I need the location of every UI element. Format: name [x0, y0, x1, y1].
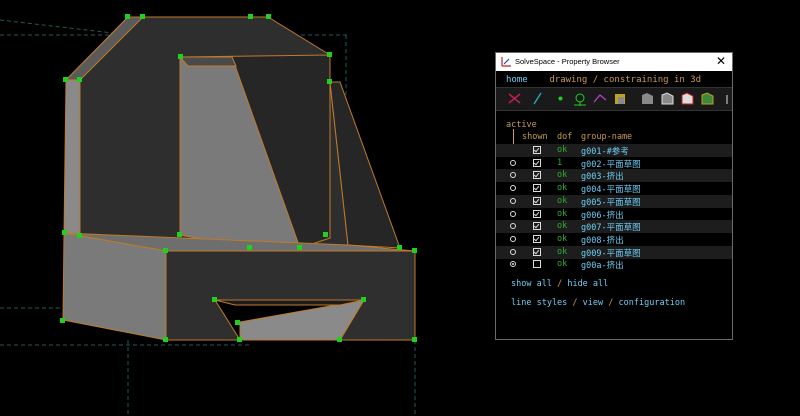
dof-status: 1	[557, 157, 563, 168]
shown-checkbox[interactable]	[533, 146, 541, 154]
group-name-link[interactable]: g002-平面草图	[581, 158, 641, 170]
group-name-link[interactable]: g005-平面草图	[581, 196, 641, 208]
table-row[interactable]: ok g004-平面草图	[496, 182, 732, 195]
dof-status: ok	[557, 233, 568, 244]
shown-checkbox[interactable]	[533, 234, 541, 243]
slot-top-face	[214, 299, 365, 306]
group-name-link[interactable]: g008-挤出	[581, 234, 624, 246]
shown-checkbox[interactable]	[533, 196, 541, 205]
window-top-face	[178, 56, 237, 67]
left-side-face	[63, 79, 81, 236]
settings-links: line styles / view / configuration	[511, 298, 686, 308]
active-radio[interactable]	[510, 235, 516, 242]
dimension-icon[interactable]	[592, 90, 609, 107]
shown-checkbox[interactable]	[533, 209, 541, 218]
group-name-link[interactable]: g00a-挤出	[581, 259, 624, 271]
active-radio[interactable]	[510, 197, 516, 204]
window-titlebar[interactable]: SolveSpace - Property Browser ✕	[496, 53, 732, 71]
window-title: SolveSpace - Property Browser	[515, 57, 620, 66]
group-name-link[interactable]: g009-平面草图	[581, 247, 641, 259]
dof-status: ok	[557, 208, 568, 219]
active-radio[interactable]	[510, 185, 516, 192]
group-name-link[interactable]: g006-挤出	[581, 209, 624, 221]
hide-all-link[interactable]: hide all	[567, 279, 608, 289]
hidden-lines-icon[interactable]	[659, 90, 676, 107]
dof-status: ok	[557, 246, 568, 257]
table-row[interactable]: ok g006-挤出	[496, 208, 732, 221]
solid-model[interactable]	[62, 16, 416, 341]
dof-status: ok	[557, 183, 568, 194]
dof-status: ok	[557, 145, 568, 155]
view-link[interactable]: view	[583, 298, 603, 308]
group-name-link[interactable]: g007-平面草图	[581, 221, 641, 233]
front-left-face	[62, 232, 167, 341]
group-name-link[interactable]: g004-平面草图	[581, 183, 641, 195]
table-row[interactable]: ok g001-#参考	[496, 144, 732, 157]
show-all-link[interactable]: show all	[511, 279, 552, 289]
active-radio[interactable]	[510, 210, 516, 217]
group-name-link[interactable]: g001-#参考	[581, 145, 629, 157]
header-group-name: group-name	[581, 132, 633, 142]
active-column-label: active	[506, 120, 537, 130]
active-radio[interactable]	[510, 261, 516, 268]
shown-checkbox[interactable]	[533, 222, 541, 231]
property-browser-window[interactable]: SolveSpace - Property Browser ✕ home dra…	[495, 52, 733, 340]
line-style-icon[interactable]	[506, 90, 523, 107]
configuration-link[interactable]: configuration	[619, 298, 686, 308]
close-icon[interactable]: ✕	[716, 54, 726, 68]
dof-status: ok	[557, 195, 568, 206]
toolbar	[496, 87, 732, 111]
header-dof: dof	[557, 132, 573, 142]
dof-status: ok	[557, 221, 568, 232]
active-radio[interactable]	[510, 223, 516, 230]
breadcrumb: home drawing / constraining in 3d	[506, 75, 701, 85]
active-radio[interactable]	[510, 248, 516, 255]
group-name-link[interactable]: g003-挤出	[581, 170, 624, 182]
shown-checkbox[interactable]	[533, 158, 541, 167]
mesh-icon[interactable]	[679, 90, 696, 107]
shown-checkbox[interactable]	[533, 247, 541, 256]
table-row[interactable]: ok g009-平面草图	[496, 245, 732, 259]
header-shown: shown	[522, 132, 548, 142]
dof-status: ok	[557, 259, 568, 270]
shown-checkbox[interactable]	[533, 171, 541, 180]
outline-solid-icon[interactable]	[639, 90, 656, 107]
show-hide-links: show all / hide all	[511, 279, 609, 289]
table-row[interactable]: ok g007-平面草图	[496, 220, 732, 234]
point-icon[interactable]	[552, 90, 569, 107]
solvespace-logo-icon	[501, 57, 511, 67]
overflow-icon[interactable]	[723, 90, 732, 107]
constraint-icon[interactable]	[572, 90, 589, 107]
shaded-solid-icon[interactable]	[612, 90, 629, 107]
line-styles-link[interactable]: line styles	[511, 298, 567, 308]
shown-checkbox[interactable]	[533, 184, 541, 193]
workplane-icon[interactable]	[529, 90, 546, 107]
home-link[interactable]: home	[506, 75, 528, 85]
faces-icon[interactable]	[699, 90, 716, 107]
table-row[interactable]: 1 g002-平面草图	[496, 157, 732, 170]
table-row[interactable]: ok g003-挤出	[496, 169, 732, 183]
page-title: drawing / constraining in 3d	[549, 75, 702, 85]
active-radio[interactable]	[510, 159, 516, 166]
dof-status: ok	[557, 170, 568, 181]
table-row[interactable]: ok g005-平面草图	[496, 194, 732, 208]
active-radio[interactable]	[510, 172, 516, 179]
shown-checkbox[interactable]	[533, 260, 541, 269]
table-row[interactable]: ok g008-挤出	[496, 233, 732, 246]
table-row[interactable]: ok g00a-挤出	[496, 258, 732, 271]
